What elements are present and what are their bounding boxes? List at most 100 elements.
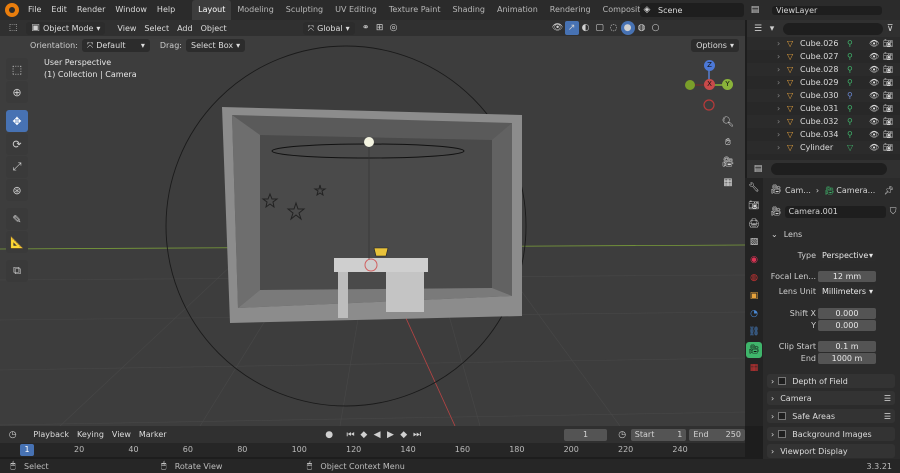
outliner-object-name[interactable]: Cube.032 <box>800 117 838 126</box>
add-cube-tool[interactable]: ⧉ <box>6 260 28 282</box>
shading-solid-icon[interactable]: ● <box>620 21 635 35</box>
lens-unit-dropdown[interactable]: Millimeters ▾ <box>818 285 876 297</box>
annotate-tool[interactable]: ✎ <box>6 208 28 230</box>
mode-dropdown[interactable]: ▣ Object Mode ▾ <box>26 21 106 35</box>
dof-panel-header[interactable]: › Depth of Field <box>767 374 895 388</box>
drag-dropdown[interactable]: Select Box ▾ <box>185 38 246 52</box>
rotate-tool[interactable]: ⟳ <box>6 133 28 155</box>
record-icon[interactable]: ● <box>323 428 336 442</box>
proportional-edit-icon[interactable]: ◎ <box>387 21 401 35</box>
shading-wireframe-icon[interactable]: ◌ <box>607 21 621 35</box>
outliner-row[interactable]: › ▽ Cube.029 ⚲ 👁 📷︎ <box>747 76 900 89</box>
tab-texture-paint[interactable]: Texture Paint <box>383 0 447 20</box>
tab-uv-editing[interactable]: UV Editing <box>329 0 383 20</box>
menu-keying[interactable]: Keying <box>73 428 108 441</box>
modifier-icon[interactable]: ⚲ <box>847 39 853 48</box>
bg-images-checkbox[interactable] <box>778 430 787 438</box>
eye-visibility-icon[interactable]: 👁 <box>869 78 879 87</box>
measure-tool[interactable]: 📐 <box>6 231 28 253</box>
timeline-ruler[interactable]: 1 20 40 60 80 100 120 140 160 180 200 220 240 <box>0 443 745 457</box>
tool-tab-icon[interactable]: 🔧︎ <box>746 180 762 196</box>
outliner-search-input[interactable] <box>783 22 883 35</box>
camera-render-icon[interactable]: 📷︎ <box>883 91 893 100</box>
gizmo-toggle-icon[interactable]: ↗ <box>564 21 579 35</box>
expand-arrow-icon[interactable]: › <box>777 65 780 74</box>
camera-render-icon[interactable]: 📷︎ <box>883 117 893 126</box>
eye-visibility-icon[interactable]: 👁 <box>869 52 879 61</box>
constraints-tab-icon[interactable]: ⛓︎ <box>746 324 762 340</box>
eye-visibility-icon[interactable]: 👁 <box>869 104 879 113</box>
menu-object[interactable]: Object <box>197 22 231 35</box>
outliner-object-name[interactable]: Cylinder <box>800 143 833 152</box>
outliner-row[interactable]: › ▽ Cube.032 ⚲ 👁 📷︎ <box>747 115 900 128</box>
expand-arrow-icon[interactable]: › <box>777 104 780 113</box>
datablock-browse-icon[interactable]: 🎥︎ <box>769 205 783 219</box>
camera-render-icon[interactable]: 📷︎ <box>883 52 893 61</box>
stopwatch-icon[interactable]: ◷ <box>615 428 628 442</box>
object-tab-icon[interactable]: ▣ <box>746 288 762 304</box>
end-frame-field[interactable]: End 250 <box>689 428 745 441</box>
tab-sculpting[interactable]: Sculpting <box>280 0 329 20</box>
move-tool[interactable]: ✥ <box>6 110 28 132</box>
expand-arrow-icon[interactable]: › <box>777 130 780 139</box>
camera-render-icon[interactable]: 📷︎ <box>883 143 893 152</box>
jump-start-icon[interactable]: ⏮ <box>344 428 357 442</box>
outliner-filter-icon[interactable]: ▾ <box>765 22 779 36</box>
modifier-icon[interactable]: ▽ <box>847 143 853 152</box>
eye-visibility-icon[interactable]: 👁 <box>869 130 879 139</box>
gizmo-z[interactable]: Z <box>704 60 715 71</box>
outliner-object-name[interactable]: Cube.034 <box>800 130 838 139</box>
outliner-row[interactable]: › ▽ Cube.028 ⚲ 👁 📷︎ <box>747 63 900 76</box>
outliner-object-name[interactable]: Cube.030 <box>800 91 838 100</box>
tab-animation[interactable]: Animation <box>491 0 544 20</box>
gizmo-y[interactable]: Y <box>722 79 733 90</box>
blender-logo-icon[interactable] <box>5 3 19 17</box>
outliner-object-name[interactable]: Cube.027 <box>800 52 838 61</box>
orientation-dropdown[interactable]: ⤧ Default ▾ <box>81 38 150 52</box>
zoom-icon[interactable]: 🔍︎ <box>719 113 737 131</box>
properties-editor-icon[interactable]: ▤ <box>751 162 765 176</box>
outliner-row[interactable]: › ▽ Cylinder ▽ 👁 📷︎ <box>747 141 900 154</box>
scene-tab-icon[interactable]: ◉ <box>746 252 762 268</box>
camera-panel-header[interactable]: › Camera ☰ <box>767 391 895 405</box>
tab-shading[interactable]: Shading <box>446 0 491 20</box>
modifier-icon[interactable]: ⚲ <box>847 117 853 126</box>
viewport-display-panel-header[interactable]: › Viewport Display <box>767 444 895 458</box>
menu-marker[interactable]: Marker <box>135 428 171 441</box>
menu-select[interactable]: Select <box>140 22 173 35</box>
playhead-frame[interactable]: 1 <box>20 444 34 456</box>
visibility-icon[interactable]: 👁 <box>551 21 565 35</box>
eye-visibility-icon[interactable]: 👁 <box>869 91 879 100</box>
filter-funnel-icon[interactable]: ⊽ <box>883 22 897 36</box>
shading-rendered-icon[interactable]: ○ <box>649 21 663 35</box>
current-frame-field[interactable]: 1 <box>563 428 608 441</box>
select-box-tool[interactable]: ⬚ <box>6 58 28 80</box>
clip-start-field[interactable]: 0.1 m <box>818 340 876 352</box>
camera-view-icon[interactable]: 🎥︎ <box>719 153 737 171</box>
bg-images-panel-header[interactable]: › Background Images <box>767 427 895 441</box>
menu-file[interactable]: File <box>23 0 46 20</box>
3d-viewport[interactable]: ⬚ ▣ Object Mode ▾ View Select Add Object… <box>0 20 745 426</box>
outliner-editor-icon[interactable]: ☰ <box>751 22 765 36</box>
camera-render-icon[interactable]: 📷︎ <box>883 78 893 87</box>
menu-view[interactable]: View <box>113 22 140 35</box>
modifier-icon[interactable]: ⚲ <box>847 78 853 87</box>
outliner-row[interactable]: › ▽ Cube.027 ⚲ 👁 📷︎ <box>747 50 900 63</box>
physics-tab-icon[interactable]: ◔ <box>746 306 762 322</box>
panel-list-icon[interactable]: ☰ <box>884 412 891 421</box>
lens-panel-header[interactable]: ⌄ Lens <box>763 228 900 240</box>
tab-layout[interactable]: Layout <box>192 0 232 20</box>
properties-search-input[interactable] <box>771 163 887 175</box>
gizmo-x[interactable]: X <box>704 79 715 90</box>
expand-arrow-icon[interactable]: › <box>777 78 780 87</box>
cursor-tool[interactable]: ⊕ <box>6 81 28 103</box>
eye-visibility-icon[interactable]: 👁 <box>869 39 879 48</box>
outliner-row[interactable]: › ▽ Cube.030 ⚲ 👁 📷︎ <box>747 89 900 102</box>
outliner-object-name[interactable]: Cube.028 <box>800 65 838 74</box>
editor-type-icon[interactable]: ⬚ <box>6 21 20 35</box>
clip-end-field[interactable]: 1000 m <box>818 352 876 364</box>
eye-visibility-icon[interactable]: 👁 <box>869 65 879 74</box>
start-frame-field[interactable]: Start 1 <box>630 428 687 441</box>
outliner-row[interactable]: › ▽ Cube.034 ⚲ 👁 📷︎ <box>747 128 900 141</box>
menu-add[interactable]: Add <box>173 22 197 35</box>
